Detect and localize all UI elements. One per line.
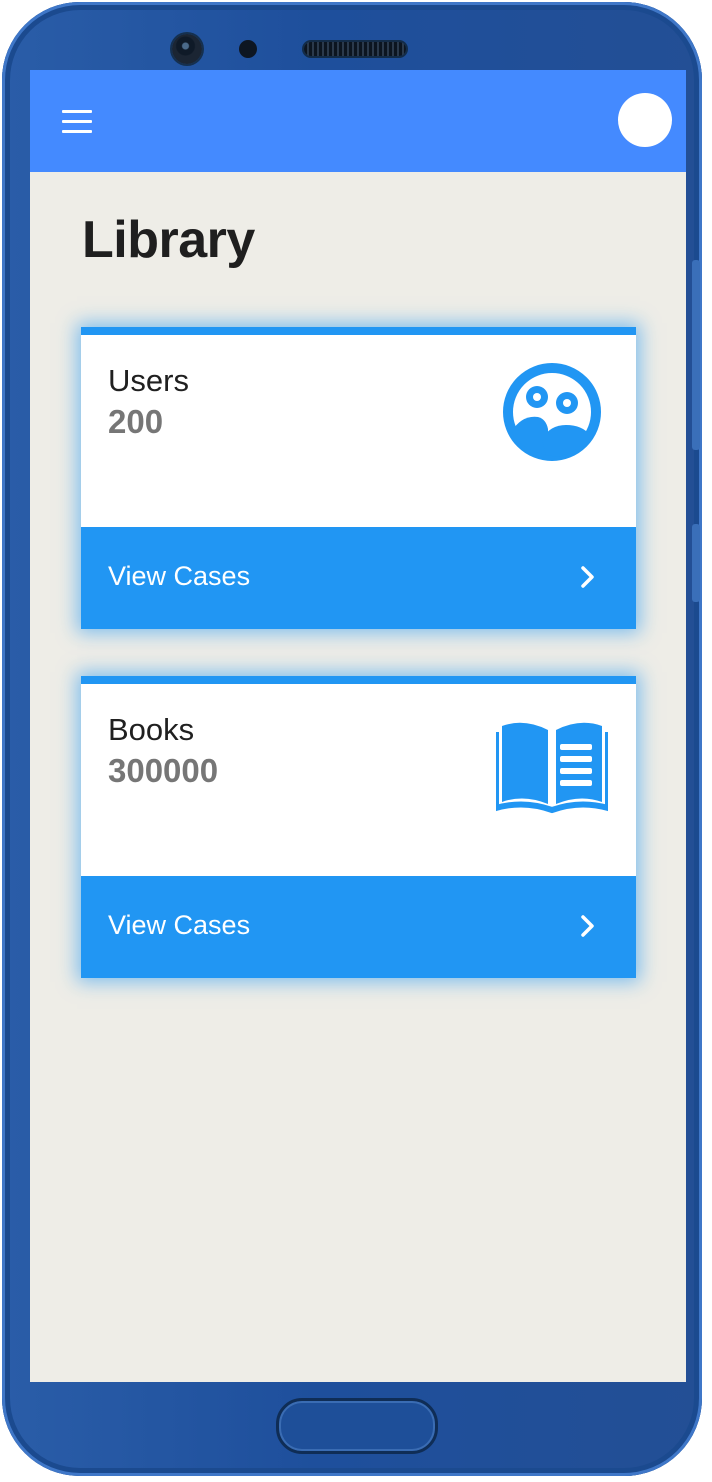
card-value: 200 <box>108 403 164 440</box>
screen: Library Users 200 View Cases Books 30000… <box>30 70 686 1382</box>
volume-button <box>692 260 700 450</box>
footer-label: View Cases <box>108 910 251 940</box>
card-label: Users <box>108 363 189 398</box>
phone-frame: Library Users 200 View Cases Books 30000… <box>2 2 702 1476</box>
users-card: Users 200 View Cases <box>81 327 636 629</box>
open-book-icon <box>493 718 611 819</box>
card-value: 300000 <box>108 752 219 789</box>
power-button <box>692 524 700 602</box>
card-label: Books <box>108 712 195 747</box>
front-camera <box>172 34 202 64</box>
view-cases-books-button[interactable]: View Cases <box>81 876 636 978</box>
avatar[interactable] <box>618 93 672 147</box>
footer-label: View Cases <box>108 561 251 591</box>
chevron-right-icon <box>580 565 596 594</box>
users-faces-icon <box>502 359 602 470</box>
app-bar <box>30 70 686 172</box>
page-title: Library <box>82 211 255 269</box>
chevron-right-icon <box>580 914 596 943</box>
hamburger-menu-icon[interactable] <box>62 110 92 134</box>
earpiece-speaker <box>304 42 406 56</box>
books-card: Books 300000 View Cases <box>81 676 636 978</box>
home-button[interactable] <box>276 1398 438 1454</box>
proximity-sensor <box>239 40 257 58</box>
view-cases-users-button[interactable]: View Cases <box>81 527 636 629</box>
